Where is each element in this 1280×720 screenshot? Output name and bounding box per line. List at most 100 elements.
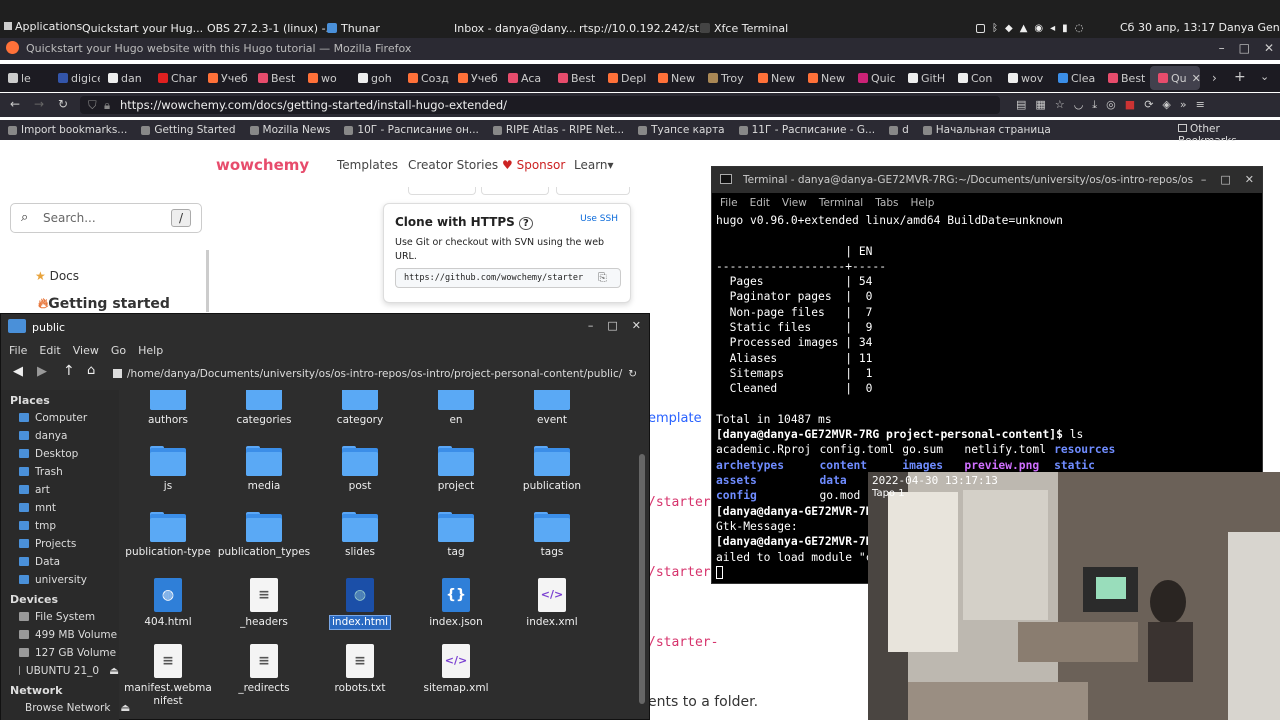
tray-icon[interactable] bbox=[976, 23, 985, 33]
browser-tab[interactable]: Troy bbox=[700, 66, 750, 90]
file-item[interactable]: slides bbox=[312, 512, 408, 559]
reload-icon[interactable]: ↻ bbox=[628, 365, 637, 383]
bookmark-item[interactable]: Начальная страница bbox=[922, 124, 1051, 136]
browser-tab[interactable]: New bbox=[650, 66, 700, 90]
file-item[interactable]: js bbox=[123, 446, 216, 493]
file-item[interactable]: category bbox=[312, 390, 408, 427]
file-item[interactable]: ◍ index.html bbox=[312, 578, 408, 630]
side-pane-item[interactable]: Data bbox=[1, 553, 119, 571]
browser-tab[interactable]: wov bbox=[1000, 66, 1050, 90]
extension-red-icon[interactable]: ■ bbox=[1125, 98, 1135, 112]
bookmark-item[interactable]: d bbox=[889, 124, 909, 136]
sync-icon[interactable]: ⟳ bbox=[1144, 98, 1153, 112]
browser-tab[interactable]: Quic bbox=[850, 66, 900, 90]
file-item[interactable]: </> index.xml bbox=[504, 578, 600, 629]
file-item[interactable]: tags bbox=[504, 512, 600, 559]
side-pane-item[interactable]: mnt bbox=[1, 499, 119, 517]
file-item[interactable]: </> sitemap.xml bbox=[408, 644, 504, 695]
menu-go[interactable]: Go bbox=[111, 344, 126, 357]
maximize-icon[interactable]: □ bbox=[607, 319, 617, 332]
close-icon[interactable]: ✕ bbox=[1245, 173, 1254, 186]
browser-tab[interactable]: goh bbox=[350, 66, 400, 90]
lock-icon[interactable]: 🔒︎ bbox=[104, 96, 110, 114]
browser-tab[interactable]: dan bbox=[100, 66, 150, 90]
side-pane-item[interactable]: Desktop bbox=[1, 445, 119, 463]
side-pane-item[interactable]: art bbox=[1, 481, 119, 499]
side-pane-item[interactable]: university bbox=[1, 571, 119, 589]
file-item[interactable]: project bbox=[408, 446, 504, 493]
minimize-icon[interactable]: – bbox=[588, 319, 594, 332]
side-pane-item[interactable]: Trash bbox=[1, 463, 119, 481]
side-pane-item[interactable]: danya bbox=[1, 427, 119, 445]
account-icon[interactable]: ◎ bbox=[1106, 98, 1116, 112]
file-item[interactable]: publication-type bbox=[123, 512, 216, 559]
download-icon[interactable]: ⤓ bbox=[1092, 98, 1097, 112]
browser-tab[interactable]: Con bbox=[950, 66, 1000, 90]
new-tab-icon[interactable]: + bbox=[1234, 69, 1246, 85]
copy-icon[interactable]: ⎘ bbox=[598, 271, 607, 285]
menu-icon[interactable]: ≡ bbox=[1196, 98, 1205, 112]
site-logo[interactable]: wowchemy bbox=[216, 156, 309, 174]
browser-tab[interactable]: Clea bbox=[1050, 66, 1100, 90]
search-input[interactable]: ⌕ Search... / bbox=[10, 203, 202, 233]
network-icon[interactable]: ◉ bbox=[1034, 23, 1043, 34]
extensions-grid-icon[interactable]: ▦ bbox=[1035, 98, 1045, 112]
browser-tab[interactable]: Best bbox=[550, 66, 600, 90]
bookmark-star-icon[interactable]: ☆ bbox=[1055, 98, 1065, 112]
sidebar-scrollbar[interactable] bbox=[206, 250, 209, 312]
bookmark-item[interactable]: Import bookmarks... bbox=[8, 124, 127, 136]
back-icon[interactable]: ← bbox=[10, 97, 20, 111]
browser-tab[interactable]: Best bbox=[250, 66, 300, 90]
location-bar[interactable]: /home/danya/Documents/university/os/os-i… bbox=[113, 365, 643, 383]
side-pane-item[interactable]: Browse Network ⏏ bbox=[1, 699, 130, 717]
side-pane-item[interactable]: 127 GB Volume bbox=[1, 644, 119, 662]
forward-icon[interactable]: ▶ bbox=[37, 364, 47, 379]
file-grid-scrollbar[interactable] bbox=[639, 454, 645, 704]
browser-tab[interactable]: GitH bbox=[900, 66, 950, 90]
browser-tab[interactable]: Qu ✕ bbox=[1150, 66, 1200, 90]
menu-terminal[interactable]: Terminal bbox=[819, 197, 863, 209]
file-item[interactable]: {} index.json bbox=[408, 578, 504, 629]
menu-view[interactable]: View bbox=[73, 344, 99, 357]
file-item[interactable]: ◍ 404.html bbox=[123, 578, 216, 629]
taskbar-item[interactable]: Quickstart your Hug... bbox=[78, 20, 203, 36]
tab-scroll-right-icon[interactable]: › bbox=[1212, 71, 1217, 85]
maximize-icon[interactable]: □ bbox=[1239, 41, 1250, 55]
file-item[interactable]: ≡ manifest.webmanifest bbox=[123, 644, 216, 708]
file-item[interactable]: ≡ robots.txt bbox=[312, 644, 408, 695]
file-item[interactable]: event bbox=[504, 390, 600, 427]
more-tools-icon[interactable]: » bbox=[1180, 98, 1187, 112]
file-item[interactable]: categories bbox=[216, 390, 312, 427]
menu-edit[interactable]: Edit bbox=[750, 197, 770, 209]
file-item[interactable]: ≡ _headers bbox=[216, 578, 312, 629]
nav-learn[interactable]: Learn▾ bbox=[574, 158, 614, 172]
applications-menu[interactable]: Applications bbox=[4, 20, 82, 33]
browser-tab[interactable]: digicert bbox=[50, 66, 100, 90]
side-pane-item[interactable]: tmp bbox=[1, 517, 119, 535]
browser-tab[interactable]: Учеб bbox=[450, 66, 500, 90]
browser-tab[interactable]: New bbox=[800, 66, 850, 90]
close-icon[interactable]: ✕ bbox=[1264, 41, 1274, 55]
browser-tab[interactable]: Char bbox=[150, 66, 200, 90]
sidebar-docs[interactable]: ★ Docs bbox=[35, 269, 79, 283]
menu-file[interactable]: File bbox=[720, 197, 738, 209]
browser-tab[interactable]: Учеб bbox=[200, 66, 250, 90]
minimize-icon[interactable]: – bbox=[1201, 173, 1207, 186]
taskbar-item[interactable]: OBS 27.2.3-1 (linux) -... bbox=[203, 20, 336, 36]
forward-icon[interactable]: → bbox=[34, 97, 44, 111]
browser-tab[interactable]: New bbox=[750, 66, 800, 90]
taskbar-item[interactable]: Inbox - danya@dany... bbox=[450, 20, 576, 36]
update-icon[interactable]: ▲ bbox=[1020, 23, 1028, 34]
help-icon[interactable]: ? bbox=[519, 217, 533, 230]
menu-tabs[interactable]: Tabs bbox=[875, 197, 898, 209]
file-item[interactable]: tag bbox=[408, 512, 504, 559]
bookmark-item[interactable]: Getting Started bbox=[141, 124, 236, 136]
taskbar-item[interactable]: Thunar bbox=[327, 20, 437, 36]
file-item[interactable]: media bbox=[216, 446, 312, 493]
clock[interactable]: Сб 30 апр, 13:17 Danya Generalov bbox=[1120, 21, 1280, 34]
file-item[interactable]: ≡ _redirects bbox=[216, 644, 312, 695]
menu-help[interactable]: Help bbox=[910, 197, 934, 209]
page-link-fragment[interactable]: emplate bbox=[648, 411, 702, 426]
file-item[interactable]: publication_types bbox=[216, 512, 312, 559]
nav-sponsor[interactable]: ♥ Sponsor bbox=[502, 158, 565, 172]
